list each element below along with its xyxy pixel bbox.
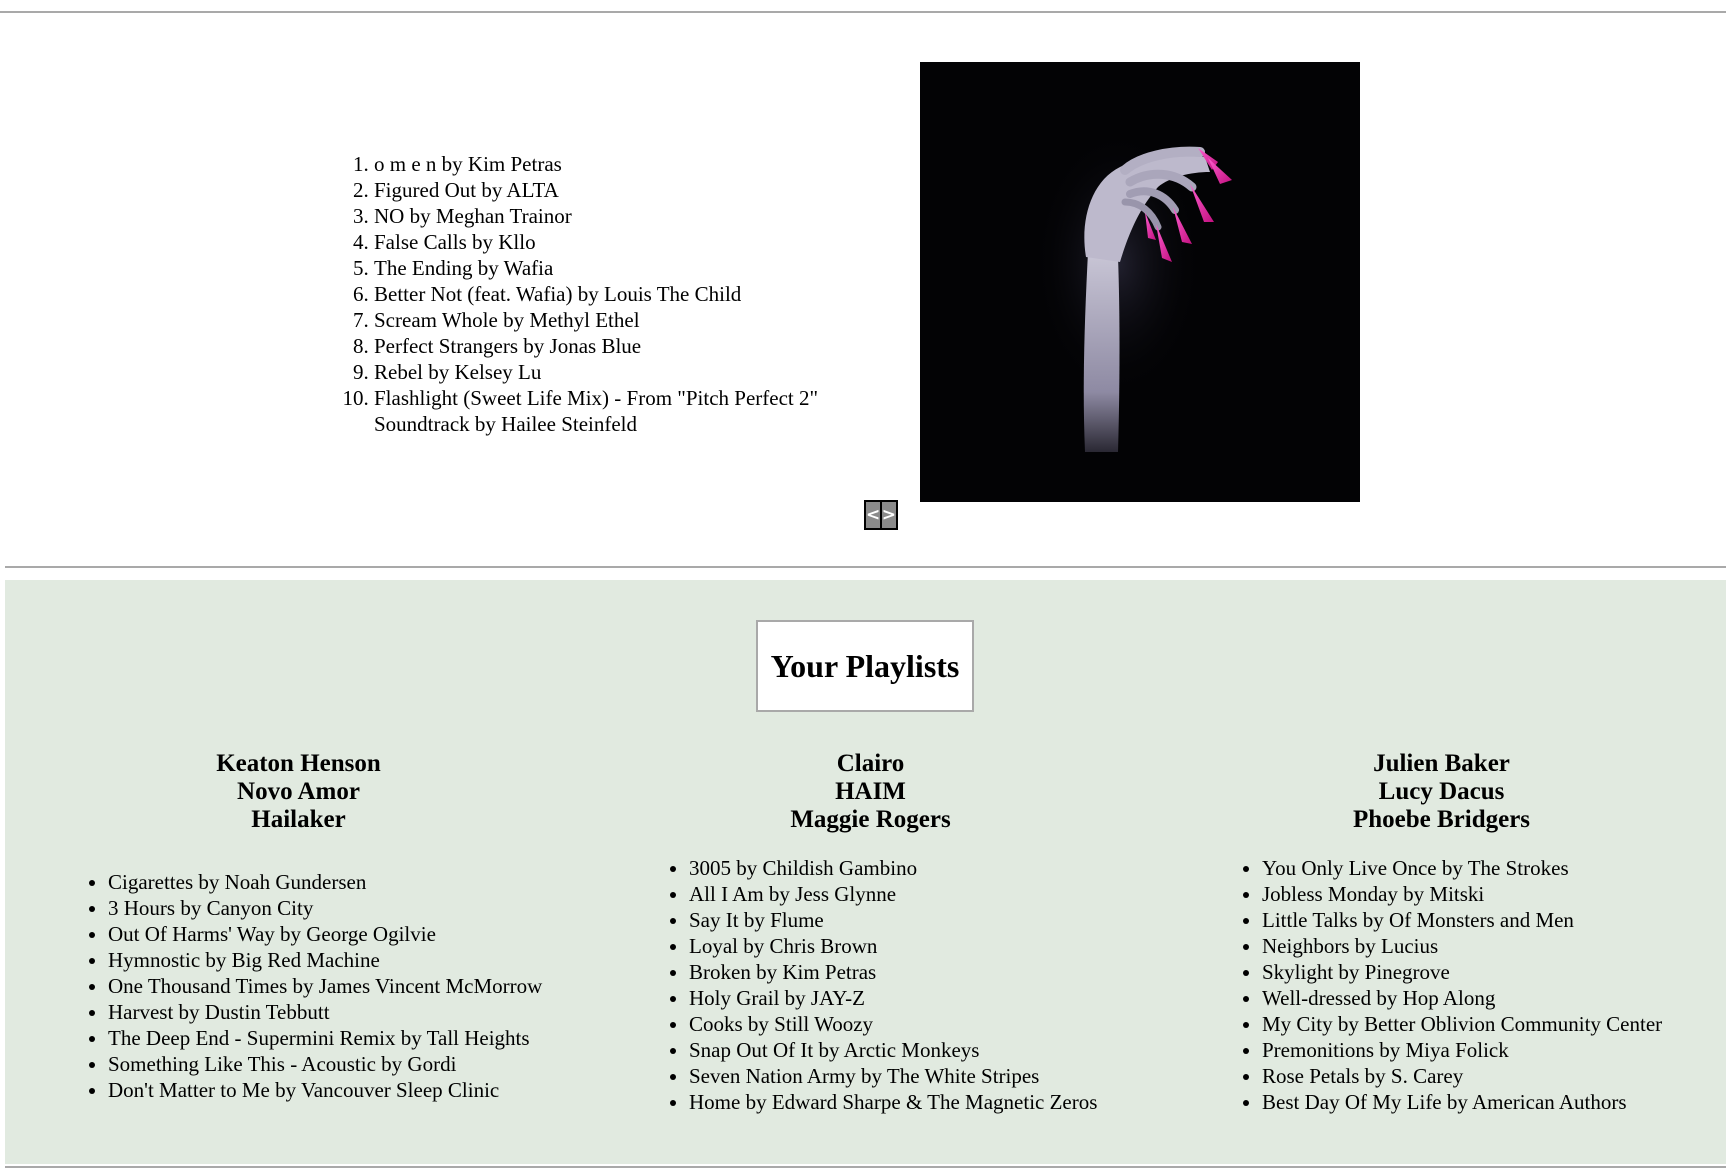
track-item[interactable]: Better Not (feat. Wafia) by Louis The Ch…: [374, 281, 894, 307]
top-divider: [0, 11, 1726, 13]
artist-name: Maggie Rogers: [790, 806, 951, 833]
song-item[interactable]: The Deep End - Supermini Remix by Tall H…: [108, 1025, 542, 1051]
song-item[interactable]: Say It by Flume: [689, 907, 1097, 933]
song-item[interactable]: Premonitions by Miya Folick: [1262, 1037, 1662, 1063]
artist-name: HAIM: [835, 778, 906, 805]
song-item[interactable]: 3 Hours by Canyon City: [108, 895, 542, 921]
now-playing-track-list: o m e n by Kim Petras Figured Out by ALT…: [330, 151, 894, 437]
artist-name: Novo Amor: [237, 778, 360, 805]
artist-name: Phoebe Bridgers: [1352, 806, 1531, 833]
playlists-section: Your Playlists Keaton Henson Novo Amor H…: [5, 580, 1726, 1164]
song-item[interactable]: Best Day Of My Life by American Authors: [1262, 1089, 1662, 1115]
song-item[interactable]: Broken by Kim Petras: [689, 959, 1097, 985]
song-item[interactable]: Rose Petals by S. Carey: [1262, 1063, 1662, 1089]
section-divider: [5, 566, 1726, 568]
track-item[interactable]: o m e n by Kim Petras: [374, 151, 894, 177]
previous-button[interactable]: <: [866, 502, 880, 528]
song-item[interactable]: Jobless Monday by Mitski: [1262, 881, 1662, 907]
artist-name: Julien Baker: [1373, 750, 1510, 777]
song-item[interactable]: Out Of Harms' Way by George Ogilvie: [108, 921, 542, 947]
artist-name: Clairo: [836, 750, 905, 777]
song-item[interactable]: My City by Better Oblivion Community Cen…: [1262, 1011, 1662, 1037]
track-item[interactable]: Perfect Strangers by Jonas Blue: [374, 333, 894, 359]
playlist-artists: Keaton Henson Novo Amor Hailaker: [5, 750, 592, 834]
playlist-song-list: You Only Live Once by The Strokes Jobles…: [1221, 855, 1662, 1115]
song-item[interactable]: Something Like This - Acoustic by Gordi: [108, 1051, 542, 1077]
bottom-divider: [5, 1166, 1726, 1168]
artist-name: Lucy Dacus: [1378, 778, 1505, 805]
next-button[interactable]: >: [882, 502, 896, 528]
song-item[interactable]: Skylight by Pinegrove: [1262, 959, 1662, 985]
song-item[interactable]: All I Am by Jess Glynne: [689, 881, 1097, 907]
song-item[interactable]: Hymnostic by Big Red Machine: [108, 947, 542, 973]
song-item[interactable]: Loyal by Chris Brown: [689, 933, 1097, 959]
playlist-song-list: Cigarettes by Noah Gundersen 3 Hours by …: [67, 869, 542, 1103]
track-item[interactable]: Scream Whole by Methyl Ethel: [374, 307, 894, 333]
song-item[interactable]: Home by Edward Sharpe & The Magnetic Zer…: [689, 1089, 1097, 1115]
artist-name: Hailaker: [251, 806, 346, 833]
playlist-artists: Clairo HAIM Maggie Rogers: [584, 750, 1157, 834]
track-item[interactable]: Flashlight (Sweet Life Mix) - From "Pitc…: [374, 385, 894, 437]
song-item[interactable]: Snap Out Of It by Arctic Monkeys: [689, 1037, 1097, 1063]
song-item[interactable]: Don't Matter to Me by Vancouver Sleep Cl…: [108, 1077, 542, 1103]
track-item[interactable]: The Ending by Wafia: [374, 255, 894, 281]
song-item[interactable]: Seven Nation Army by The White Stripes: [689, 1063, 1097, 1089]
song-item[interactable]: Cigarettes by Noah Gundersen: [108, 869, 542, 895]
song-item[interactable]: Cooks by Still Woozy: [689, 1011, 1097, 1037]
playlist-artists: Julien Baker Lucy Dacus Phoebe Bridgers: [1157, 750, 1726, 834]
song-item[interactable]: Neighbors by Lucius: [1262, 933, 1662, 959]
track-item[interactable]: NO by Meghan Trainor: [374, 203, 894, 229]
album-cover-image: [920, 62, 1360, 502]
track-item[interactable]: Figured Out by ALTA: [374, 177, 894, 203]
song-item[interactable]: Well-dressed by Hop Along: [1262, 985, 1662, 1011]
song-item[interactable]: 3005 by Childish Gambino: [689, 855, 1097, 881]
track-item[interactable]: False Calls by Kllo: [374, 229, 894, 255]
song-item[interactable]: Harvest by Dustin Tebbutt: [108, 999, 542, 1025]
track-item[interactable]: Rebel by Kelsey Lu: [374, 359, 894, 385]
playlist-song-list: 3005 by Childish Gambino All I Am by Jes…: [648, 855, 1097, 1115]
artist-name: Keaton Henson: [216, 750, 381, 777]
song-item[interactable]: Holy Grail by JAY-Z: [689, 985, 1097, 1011]
song-item[interactable]: You Only Live Once by The Strokes: [1262, 855, 1662, 881]
carousel-nav-control: < >: [864, 500, 898, 530]
song-item[interactable]: One Thousand Times by James Vincent McMo…: [108, 973, 542, 999]
song-item[interactable]: Little Talks by Of Monsters and Men: [1262, 907, 1662, 933]
playlists-heading: Your Playlists: [756, 620, 974, 712]
